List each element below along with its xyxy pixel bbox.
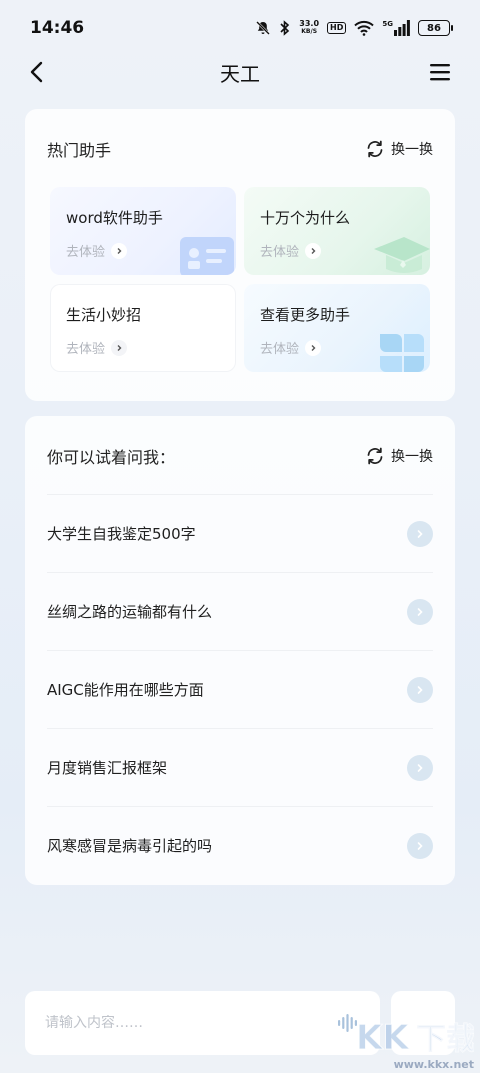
chevron-right-icon	[407, 520, 433, 547]
tile-subtitle: 去体验	[260, 342, 300, 357]
tile-try-link: 去体验	[260, 338, 322, 357]
bluetooth-icon	[280, 20, 290, 36]
tile-subtitle: 去体验	[66, 342, 106, 357]
ask-me-refresh-button[interactable]: 换一换	[365, 446, 433, 466]
ask-me-title: 你可以试着问我：	[47, 448, 176, 467]
tile-title: 查看更多助手	[260, 306, 351, 324]
send-button[interactable]	[391, 991, 455, 1055]
tile-subtitle: 去体验	[66, 245, 106, 260]
watermark-url: www.kkx.net	[393, 1058, 474, 1071]
battery-icon: 86	[418, 20, 453, 36]
wifi-icon	[354, 20, 375, 36]
suggestion-list: 大学生自我鉴定500字 丝绸之路的运输都有什么 AIGC能作用在哪些方面 月度销…	[47, 494, 433, 884]
ask-me-header: 你可以试着问我： 换一换	[47, 444, 433, 468]
chevron-right-icon	[111, 339, 128, 356]
hot-assistants-refresh-button[interactable]: 换一换	[365, 139, 433, 159]
tile-try-link: 去体验	[66, 241, 128, 260]
hd-badge: HD	[327, 22, 347, 34]
chevron-right-icon	[111, 242, 128, 259]
status-icons: 33.0 KB/S HD 5G 86	[255, 20, 453, 36]
suggestion-item[interactable]: 丝绸之路的运输都有什么	[47, 572, 433, 650]
refresh-icon	[367, 447, 383, 465]
hot-assistants-card: 热门助手 换一换 word软件助手 去体验 十万个为什么 去体验 生活小妙招 去…	[25, 109, 455, 401]
tile-title: word软件助手	[66, 209, 163, 227]
chevron-right-icon	[407, 676, 433, 703]
hot-assistants-header: 热门助手 换一换	[47, 137, 433, 161]
voice-input-icon[interactable]	[336, 1011, 360, 1035]
assistant-tile-why[interactable]: 十万个为什么 去体验	[244, 187, 430, 275]
chevron-right-icon	[407, 598, 433, 625]
refresh-label: 换一换	[391, 142, 433, 158]
tile-subtitle: 去体验	[260, 245, 300, 260]
tile-try-link: 去体验	[260, 241, 322, 260]
suggestion-text: AIGC能作用在哪些方面	[47, 681, 204, 699]
suggestion-text: 丝绸之路的运输都有什么	[47, 603, 213, 621]
net-speed-unit: KB/S	[301, 28, 318, 35]
chevron-right-icon	[407, 754, 433, 781]
title-bar: 天工	[0, 52, 480, 92]
tile-title: 十万个为什么	[260, 209, 351, 227]
message-input-box	[25, 991, 380, 1055]
assistant-tile-life-tips[interactable]: 生活小妙招 去体验	[50, 284, 236, 372]
menu-icon[interactable]	[428, 60, 452, 84]
battery-level: 86	[427, 22, 441, 34]
suggestion-item[interactable]: 月度销售汇报框架	[47, 728, 433, 806]
mute-bell-icon	[256, 21, 271, 35]
hot-assistants-title: 热门助手	[47, 141, 112, 160]
suggestion-item[interactable]: 大学生自我鉴定500字	[47, 494, 433, 572]
suggestion-item[interactable]: AIGC能作用在哪些方面	[47, 650, 433, 728]
assistant-tile-word[interactable]: word软件助手 去体验	[50, 187, 236, 275]
status-bar: 14:46 33.0 KB/S HD 5G 86	[0, 0, 480, 56]
signal-bars-icon	[394, 20, 410, 36]
tile-try-link: 去体验	[66, 338, 128, 357]
refresh-icon	[367, 140, 383, 158]
apps-grid-icon	[380, 334, 424, 372]
ask-me-card: 你可以试着问我： 换一换 大学生自我鉴定500字 丝绸之路的运输都有什么 AIG…	[25, 416, 455, 885]
network-type: 5G	[382, 20, 393, 28]
chevron-right-icon	[305, 339, 322, 356]
suggestion-text: 风寒感冒是病毒引起的吗	[47, 837, 213, 855]
suggestion-text: 大学生自我鉴定500字	[47, 525, 196, 543]
suggestion-text: 月度销售汇报框架	[47, 759, 168, 777]
net-speed-value: 33.0	[299, 19, 320, 28]
page-title: 天工	[220, 62, 260, 86]
graduation-cap-icon	[374, 237, 430, 273]
chevron-right-icon	[407, 832, 433, 859]
chevron-right-icon	[305, 242, 322, 259]
message-input[interactable]	[45, 1015, 336, 1031]
suggestion-item[interactable]: 风寒感冒是病毒引起的吗	[47, 806, 433, 884]
assistant-tile-more[interactable]: 查看更多助手 去体验	[244, 284, 430, 372]
id-card-icon	[180, 237, 234, 275]
signal-icon: 5G	[382, 20, 410, 36]
net-speed: 33.0 KB/S	[299, 20, 319, 36]
tile-title: 生活小妙招	[66, 306, 142, 324]
refresh-label: 换一换	[391, 449, 433, 465]
status-time: 14:46	[30, 18, 85, 38]
